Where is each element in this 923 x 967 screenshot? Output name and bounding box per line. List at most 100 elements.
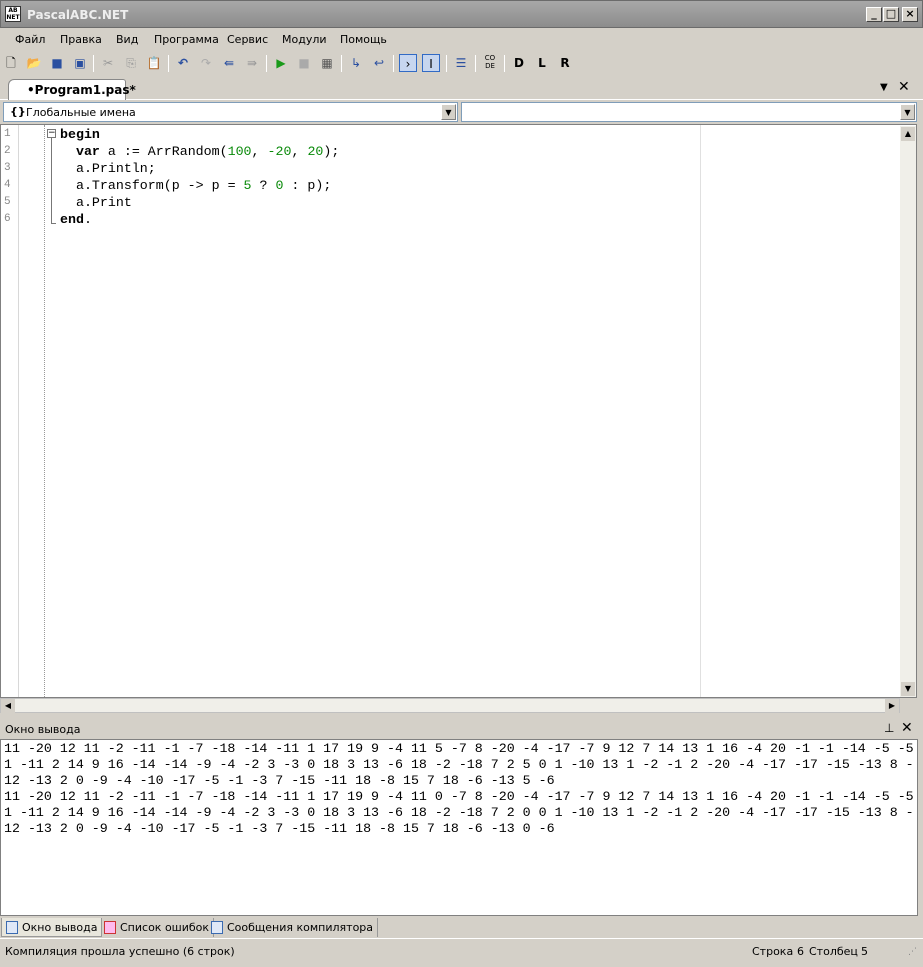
tab-label: Окно вывода [22, 921, 98, 934]
status-message: Компиляция прошла успешно (6 строк) [5, 945, 235, 958]
chevron-down-icon[interactable]: ▼ [900, 104, 915, 120]
scope-combo-value: Глобальные имена [26, 106, 136, 119]
run-icon[interactable]: ▶ [272, 54, 290, 72]
minimize-button[interactable]: _ [866, 7, 882, 22]
output-line: 1 -11 2 14 9 16 -14 -14 -9 -4 -2 3 -3 0 … [4, 757, 914, 772]
output-panel-title: Окно вывода [5, 723, 81, 736]
copy-icon[interactable]: ⎘ [122, 54, 140, 72]
document-tabs: •Program1.pas* ▼ ✕ [0, 77, 923, 100]
new-file-icon[interactable]: 🗋 [2, 54, 20, 72]
tab-label: Сообщения компилятора [227, 921, 374, 934]
bottom-tabs: Окно вывода Список ошибок Сообщения комп… [0, 916, 923, 938]
editor-horizontal-scrollbar[interactable]: ◀ ▶ [0, 698, 900, 713]
output-line: 11 -20 12 11 -2 -11 -1 -7 -18 -14 -11 1 … [4, 789, 914, 804]
close-panel-icon[interactable]: ✕ [901, 720, 913, 736]
tab-label: Список ошибок [120, 921, 210, 934]
member-combo[interactable]: ▼ [461, 102, 917, 122]
line-number: 1 [4, 128, 11, 140]
keyword-token: var [75, 144, 100, 159]
status-bar: Компиляция прошла успешно (6 строк) Стро… [0, 938, 923, 965]
line-number: 2 [4, 145, 11, 157]
menu-help[interactable]: Помощь [340, 33, 387, 46]
output-line: 1 -11 2 14 9 16 -14 -14 -9 -4 -2 3 -3 0 … [4, 805, 914, 820]
resize-grip-icon[interactable]: ⋰ [908, 947, 917, 957]
menu-bar: Файл Правка Вид Программа Сервис Модули … [0, 28, 923, 50]
code-line: end. [60, 211, 92, 228]
row-value: 6 [797, 945, 804, 958]
tab-program1[interactable]: •Program1.pas* [8, 79, 136, 100]
undo-icon[interactable]: ↶ [174, 54, 192, 72]
debug-r-icon[interactable]: R [556, 54, 574, 72]
save-all-icon[interactable]: ▣ [71, 54, 89, 72]
form-designer-toggle-icon[interactable]: I [422, 54, 440, 72]
pin-icon[interactable]: ⊥ [884, 721, 894, 735]
menu-service[interactable]: Сервис [227, 33, 268, 46]
output-line: 12 -13 2 0 -9 -4 -10 -17 -5 -1 -3 7 -15 … [4, 773, 555, 788]
app-logo-icon: AB NET [5, 6, 21, 22]
stop-icon[interactable]: ■ [295, 54, 313, 72]
output-panel-header: Окно вывода ⊥ ✕ [0, 719, 923, 739]
debug-l-icon[interactable]: L [533, 54, 551, 72]
tab-error-list[interactable]: Список ошибок [100, 918, 215, 937]
close-tab-icon[interactable]: ✕ [898, 79, 910, 95]
namespace-icon: {} [10, 105, 26, 118]
menu-program[interactable]: Программа [154, 33, 219, 46]
chevron-down-icon[interactable]: ▼ [441, 104, 456, 120]
toolbar: 🗋 📂 ■ ▣ ✂ ⎘ 📋 ↶ ↷ ⇚ ⇛ ▶ ■ ▦ ↳ ↩ › I ☰ CO… [0, 51, 923, 76]
open-icon[interactable]: 📂 [25, 54, 43, 72]
code-line: begin [60, 126, 100, 143]
debug-icon[interactable]: ▦ [318, 54, 336, 72]
column-label: Столбец [809, 945, 858, 958]
number-token: -20 [267, 144, 292, 159]
code-token: a := ArrRandom( [99, 144, 228, 159]
menu-modules[interactable]: Модули [282, 33, 327, 46]
number-token: 5 [243, 178, 252, 193]
compile-all-icon[interactable]: ⇛ [243, 54, 261, 72]
output-line: 11 -20 12 11 -2 -11 -1 -7 -18 -14 -11 1 … [4, 741, 914, 756]
redo-icon[interactable]: ↷ [197, 54, 215, 72]
keyword-token: begin [60, 127, 100, 142]
maximize-button[interactable]: □ [883, 7, 899, 22]
close-button[interactable]: × [902, 7, 918, 22]
save-icon[interactable]: ■ [48, 54, 66, 72]
fold-toggle-icon[interactable]: − [47, 129, 56, 138]
compile-icon[interactable]: ⇚ [220, 54, 238, 72]
line-number: 4 [4, 179, 11, 191]
menu-file[interactable]: Файл [15, 33, 45, 46]
debug-d-icon[interactable]: D [510, 54, 528, 72]
output-window-icon [6, 921, 18, 934]
tab-output-window[interactable]: Окно вывода [1, 918, 103, 937]
number-token: 100 [227, 144, 252, 159]
code-token: a.Transform(p -> p = [60, 178, 244, 193]
scroll-right-icon[interactable]: ▶ [885, 699, 899, 713]
paste-icon[interactable]: 📋 [145, 54, 163, 72]
output-text[interactable]: 11 -20 12 11 -2 -11 -1 -7 -18 -14 -11 1 … [0, 739, 918, 916]
output-window-toggle-icon[interactable]: › [399, 54, 417, 72]
tab-compiler-messages[interactable]: Сообщения компилятора [207, 918, 379, 937]
keyword-token: end [60, 212, 84, 227]
properties-icon[interactable]: ☰ [452, 54, 470, 72]
code-token: , [291, 144, 308, 159]
scope-combo[interactable]: {} Глобальные имена ▼ [3, 102, 458, 122]
menu-view[interactable]: Вид [116, 33, 138, 46]
scroll-left-icon[interactable]: ◀ [1, 699, 15, 713]
step-into-icon[interactable]: ↳ [347, 54, 365, 72]
code-line: a.Println; [60, 160, 156, 177]
line-number: 5 [4, 196, 11, 208]
tab-list-dropdown-icon[interactable]: ▼ [880, 82, 888, 93]
code-template-icon[interactable]: CO DE [481, 54, 499, 72]
scroll-down-icon[interactable]: ▼ [901, 682, 915, 696]
code-editor[interactable]: 1 2 3 4 5 6 − begin var a := ArrRandom(100, -… [0, 124, 917, 698]
code-token: a.Println; [60, 161, 156, 176]
code-token: ? [251, 178, 276, 193]
code-line: a.Transform(p -> p = 5 ? 0 : p); [60, 177, 331, 194]
menu-edit[interactable]: Правка [60, 33, 102, 46]
cut-icon[interactable]: ✂ [99, 54, 117, 72]
step-over-icon[interactable]: ↩ [370, 54, 388, 72]
output-line: 12 -13 2 0 -9 -4 -10 -17 -5 -1 -3 7 -15 … [4, 821, 555, 836]
line-number-gutter: 1 2 3 4 5 6 [1, 125, 19, 697]
scroll-up-icon[interactable]: ▲ [901, 127, 915, 141]
editor-vertical-scrollbar[interactable]: ▲ ▼ [900, 126, 916, 697]
code-token: a.Print [60, 195, 132, 210]
row-label: Строка [752, 945, 794, 958]
